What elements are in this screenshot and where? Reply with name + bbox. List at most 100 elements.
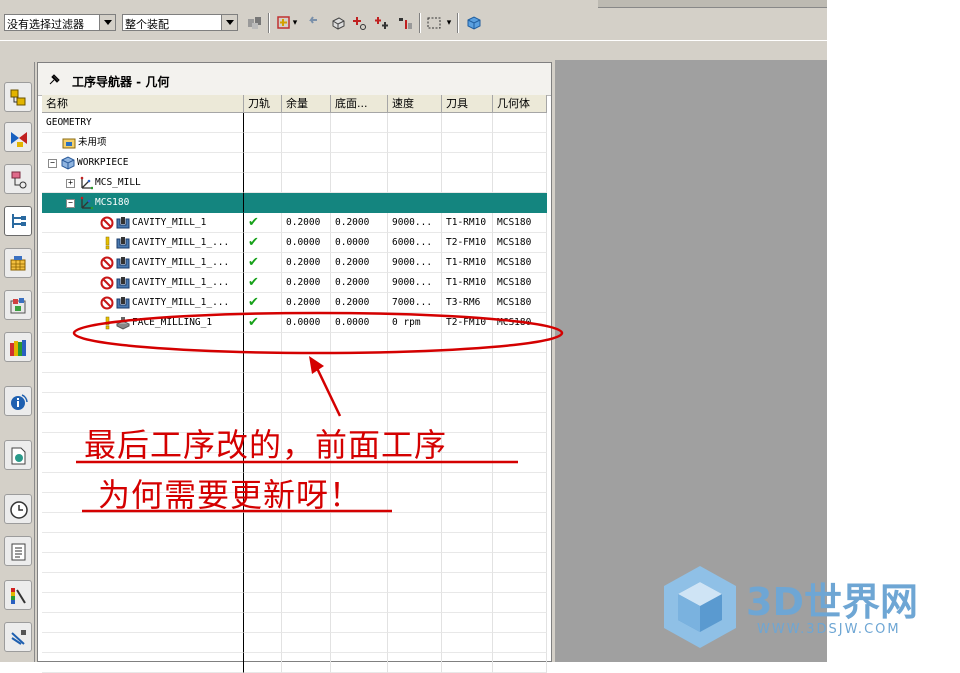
- empty-row[interactable]: [42, 633, 547, 653]
- empty-row[interactable]: [42, 653, 547, 673]
- measure-icon[interactable]: [396, 14, 414, 32]
- floor-cell: [331, 153, 388, 173]
- rectangle-select-icon[interactable]: [425, 14, 443, 32]
- column-header-stock[interactable]: 余量: [282, 95, 331, 113]
- empty-row[interactable]: [42, 553, 547, 573]
- tool-cell: T3-RM6: [442, 293, 493, 313]
- empty-row[interactable]: [42, 353, 547, 373]
- operation-row[interactable]: CAVITY_MILL_1 ✔ 0.2000 0.2000 9000... T1-RM10…: [42, 213, 547, 233]
- name-cell: CAVITY_MILL_1_...: [42, 253, 244, 273]
- selection-filter-value: 没有选择过滤器: [7, 18, 84, 31]
- speed-cell: [388, 493, 442, 513]
- geometry-cell: [493, 433, 547, 453]
- assembly-navigator-icon: [10, 89, 26, 106]
- assembly-scope-dropdown[interactable]: 整个装配: [122, 14, 238, 31]
- geometry-cell: [493, 473, 547, 493]
- tree-node-label: GEOMETRY: [46, 117, 92, 128]
- operation-row[interactable]: CAVITY_MILL_1_... ✔ 0.0000 0.0000 6000... T2-…: [42, 233, 547, 253]
- stock-cell: 0.2000: [282, 213, 331, 233]
- stock-cell: [282, 513, 331, 533]
- selection-filter-dropdown[interactable]: 没有选择过滤器: [4, 14, 116, 31]
- prohibited-icon: [100, 216, 114, 230]
- empty-row[interactable]: [42, 533, 547, 553]
- reuse-library-tab[interactable]: [4, 332, 32, 362]
- pin-icon[interactable]: [48, 72, 62, 89]
- operation-navigator-tab[interactable]: [4, 206, 32, 236]
- speed-cell: [388, 633, 442, 653]
- tool-cell: [442, 633, 493, 653]
- name-cell: CAVITY_MILL_1_...: [42, 293, 244, 313]
- empty-row[interactable]: [42, 573, 547, 593]
- transform-points-icon[interactable]: [373, 14, 391, 32]
- speed-cell: [388, 193, 442, 213]
- geometry-cell: [493, 613, 547, 633]
- floor-cell: [331, 333, 388, 353]
- toolbar-separator: [457, 13, 459, 33]
- library-books-icon: [10, 340, 26, 356]
- information-tab[interactable]: [4, 386, 32, 416]
- toolbar-divider: [0, 40, 827, 41]
- empty-row[interactable]: [42, 593, 547, 613]
- chevron-down-icon[interactable]: ▾: [445, 14, 453, 32]
- stock-cell: [282, 333, 331, 353]
- column-header-geometry[interactable]: 几何体: [493, 95, 547, 113]
- column-header-tool[interactable]: 刀具: [442, 95, 493, 113]
- web-browser-tab[interactable]: [4, 440, 32, 470]
- toolpath-cell: [244, 633, 282, 653]
- undo-icon[interactable]: [304, 14, 322, 32]
- empty-row[interactable]: [42, 613, 547, 633]
- shaded-view-icon[interactable]: [465, 14, 483, 32]
- operation-row[interactable]: CAVITY_MILL_1_... ✔ 0.2000 0.2000 9000... T1-…: [42, 253, 547, 273]
- process-studio-tab[interactable]: [4, 536, 32, 566]
- add-point-icon[interactable]: [351, 14, 369, 32]
- history-palette-tab[interactable]: [4, 290, 32, 320]
- empty-row[interactable]: [42, 393, 547, 413]
- tree-row-workpiece[interactable]: − WORKPIECE: [42, 153, 547, 173]
- tree-row-geometry[interactable]: GEOMETRY: [42, 113, 547, 133]
- collapse-icon[interactable]: −: [48, 158, 57, 168]
- empty-row[interactable]: [42, 333, 547, 353]
- geometry-cell: MCS180: [493, 273, 547, 293]
- operation-row[interactable]: FACE_MILLING_1 ✔ 0.0000 0.0000 0 rpm T2-FM10 M…: [42, 313, 547, 333]
- toolpath-cell: [244, 593, 282, 613]
- solid-body-icon[interactable]: [329, 14, 347, 32]
- name-cell: [42, 593, 244, 613]
- column-header-name[interactable]: 名称: [42, 95, 244, 113]
- roles-tab[interactable]: [4, 622, 32, 652]
- empty-row[interactable]: [42, 513, 547, 533]
- operation-row[interactable]: CAVITY_MILL_1_... ✔ 0.2000 0.2000 9000... T1-…: [42, 273, 547, 293]
- prohibited-icon: [100, 276, 114, 290]
- select-components-icon[interactable]: [246, 14, 264, 32]
- tool-value: T1-RM10: [446, 277, 487, 288]
- regenerate-warning-icon: [105, 316, 110, 330]
- column-header-floor[interactable]: 底面...: [331, 95, 388, 113]
- geometry-cell: [493, 333, 547, 353]
- speed-cell: [388, 393, 442, 413]
- floor-cell: 0.2000: [331, 293, 388, 313]
- geometry-value: MCS180: [497, 237, 532, 248]
- collapse-icon[interactable]: −: [66, 198, 75, 208]
- tree-row-mcs-mill[interactable]: + MCS_MILL: [42, 173, 547, 193]
- stock-cell: [282, 553, 331, 573]
- annotation-text-line-2: 为何需要更新呀！: [98, 476, 363, 514]
- floor-cell: [331, 193, 388, 213]
- stock-value: 0.2000: [286, 297, 321, 308]
- expand-icon[interactable]: +: [66, 178, 75, 188]
- tool-cell: [442, 433, 493, 453]
- empty-row[interactable]: [42, 373, 547, 393]
- column-header-speed[interactable]: 速度: [388, 95, 442, 113]
- visualization-tab[interactable]: [4, 580, 32, 610]
- chevron-down-icon[interactable]: [221, 15, 237, 30]
- constraint-navigator-tab[interactable]: [4, 122, 32, 152]
- tree-row-mcs180[interactable]: − MCS180: [42, 193, 547, 213]
- history-tab[interactable]: [4, 494, 32, 524]
- column-header-toolpath[interactable]: 刀轨: [244, 95, 282, 113]
- machine-tool-navigator-tab[interactable]: [4, 248, 32, 278]
- assembly-navigator-tab[interactable]: [4, 82, 32, 112]
- operation-row[interactable]: CAVITY_MILL_1_... ✔ 0.2000 0.2000 7000... T3-…: [42, 293, 547, 313]
- chevron-down-icon[interactable]: [99, 15, 115, 30]
- part-navigator-tab[interactable]: [4, 164, 32, 194]
- speed-value: 6000...: [392, 237, 433, 248]
- tree-row-unused[interactable]: 未用项: [42, 133, 547, 153]
- chevron-down-icon[interactable]: ▾: [291, 14, 299, 32]
